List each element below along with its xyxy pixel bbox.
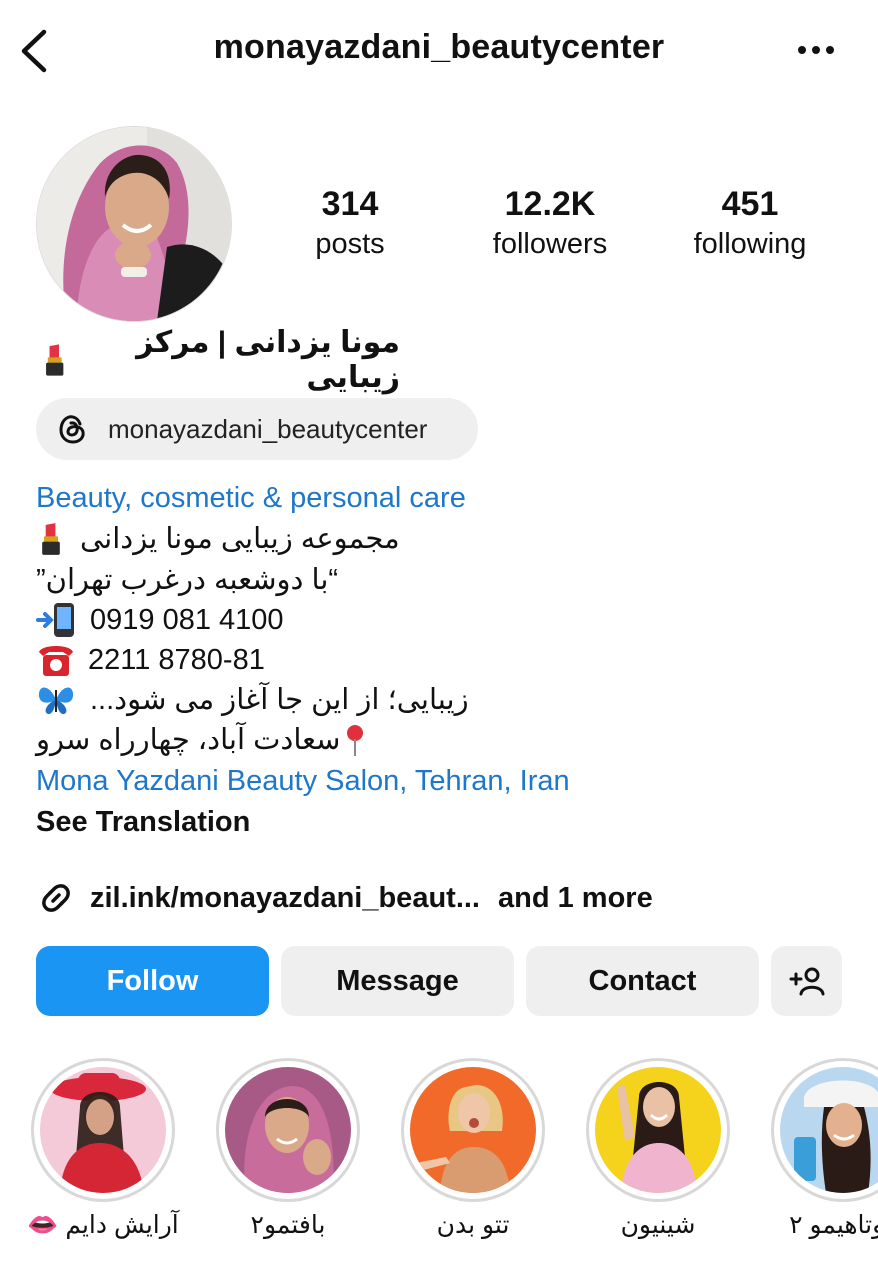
followers-label: followers: [492, 228, 608, 260]
highlight-label: بافتمو۲: [250, 1211, 326, 1239]
location-link[interactable]: Mona Yazdani Beauty Salon, Tehran, Iran: [36, 761, 570, 801]
highlight-thumbnail: [595, 1067, 721, 1193]
office-number[interactable]: 2211 8780-81: [88, 640, 265, 680]
highlight-thumbnail: [40, 1067, 166, 1193]
bio-text-2: “با دوشعبه درغرب تهران”: [36, 564, 339, 596]
highlight-thumbnail: [225, 1067, 351, 1193]
posts-count: 314: [321, 185, 379, 223]
link-url[interactable]: zil.ink/monayazdani_beaut...: [90, 882, 480, 915]
external-link-row[interactable]: zil.ink/monayazdani_beaut... and 1 more: [36, 876, 653, 920]
bio-text-1: مجموعه زیبایی مونا یزدانی: [80, 523, 400, 555]
threads-handle: monayazdani_beautycenter: [108, 413, 428, 444]
highlight-ring: [216, 1058, 360, 1202]
highlight-label: کوتاهیمو ۲: [789, 1211, 878, 1239]
highlight-ring: [31, 1058, 175, 1202]
highlight-thumbnail: [780, 1067, 878, 1193]
link-icon: [42, 884, 70, 912]
story-highlight[interactable]: شینیون: [586, 1058, 730, 1240]
profile-page: monayazdani_beautycenter 314 posts 12.2K…: [0, 0, 878, 1280]
link-more[interactable]: and 1 more: [498, 882, 653, 915]
follow-button[interactable]: Follow: [36, 946, 269, 1016]
more-options-icon[interactable]: [796, 38, 836, 62]
bio-office-line: 2211 8780-81: [36, 640, 265, 680]
see-translation-link[interactable]: See Translation: [36, 802, 250, 842]
suggest-users-button[interactable]: [771, 946, 842, 1016]
display-name-row: مونا یزدانی | مرکز زیبایی: [40, 326, 400, 394]
followers-stat[interactable]: 12.2K followers: [470, 184, 630, 264]
bio-address-line: سعادت آباد، چهارراه سرو: [36, 720, 368, 760]
story-highlight[interactable]: بافتمو۲: [216, 1058, 360, 1240]
bio-tagline: زیبایی؛ از این جا آغاز می شود...: [90, 684, 469, 716]
bio-tagline-line: زیبایی؛ از این جا آغاز می شود...: [36, 680, 469, 720]
bio-mobile-line: 0919 081 4100: [36, 600, 284, 640]
category-label: Beauty, cosmetic & personal care: [36, 482, 466, 514]
following-count: 451: [721, 185, 779, 223]
threads-badge[interactable]: monayazdani_beautycenter: [36, 398, 478, 460]
highlight-label: شینیون: [620, 1211, 696, 1239]
following-stat[interactable]: 451 following: [670, 184, 830, 264]
bio-address: سعادت آباد، چهارراه سرو: [36, 724, 341, 756]
highlight-ring: [586, 1058, 730, 1202]
butterfly-icon: [38, 687, 74, 715]
telephone-icon: [39, 646, 73, 676]
followers-count: 12.2K: [504, 185, 596, 223]
mobile-phone-icon: [36, 603, 74, 637]
bio-line-1: مجموعه زیبایی مونا یزدانی: [36, 519, 400, 559]
highlight-ring: [771, 1058, 878, 1202]
story-highlight[interactable]: آرایش دایم 👄: [27, 1058, 179, 1240]
pin-icon: [347, 725, 364, 756]
posts-stat[interactable]: 314 posts: [270, 184, 430, 264]
story-highlight[interactable]: تتو بدن: [401, 1058, 545, 1240]
profile-username-title: monayazdani_beautycenter: [213, 28, 665, 66]
following-label: following: [693, 228, 807, 260]
threads-icon: [59, 415, 85, 444]
highlight-label: تتو بدن: [436, 1211, 510, 1239]
story-highlight[interactable]: کوتاهیمو ۲: [771, 1058, 878, 1240]
highlight-ring: [401, 1058, 545, 1202]
highlight-thumbnail: [410, 1067, 536, 1193]
message-button[interactable]: Message: [281, 946, 514, 1016]
highlight-label: آرایش دایم 👄: [27, 1211, 179, 1239]
mobile-number[interactable]: 0919 081 4100: [90, 600, 284, 640]
lipstick-icon: [46, 344, 64, 376]
display-name: مونا یزدانی | مرکز زیبایی: [136, 326, 400, 394]
add-user-icon: [789, 967, 824, 996]
lipstick-icon: [42, 523, 60, 555]
profile-avatar[interactable]: [36, 126, 232, 322]
contact-button[interactable]: Contact: [526, 946, 759, 1016]
posts-label: posts: [315, 228, 385, 260]
